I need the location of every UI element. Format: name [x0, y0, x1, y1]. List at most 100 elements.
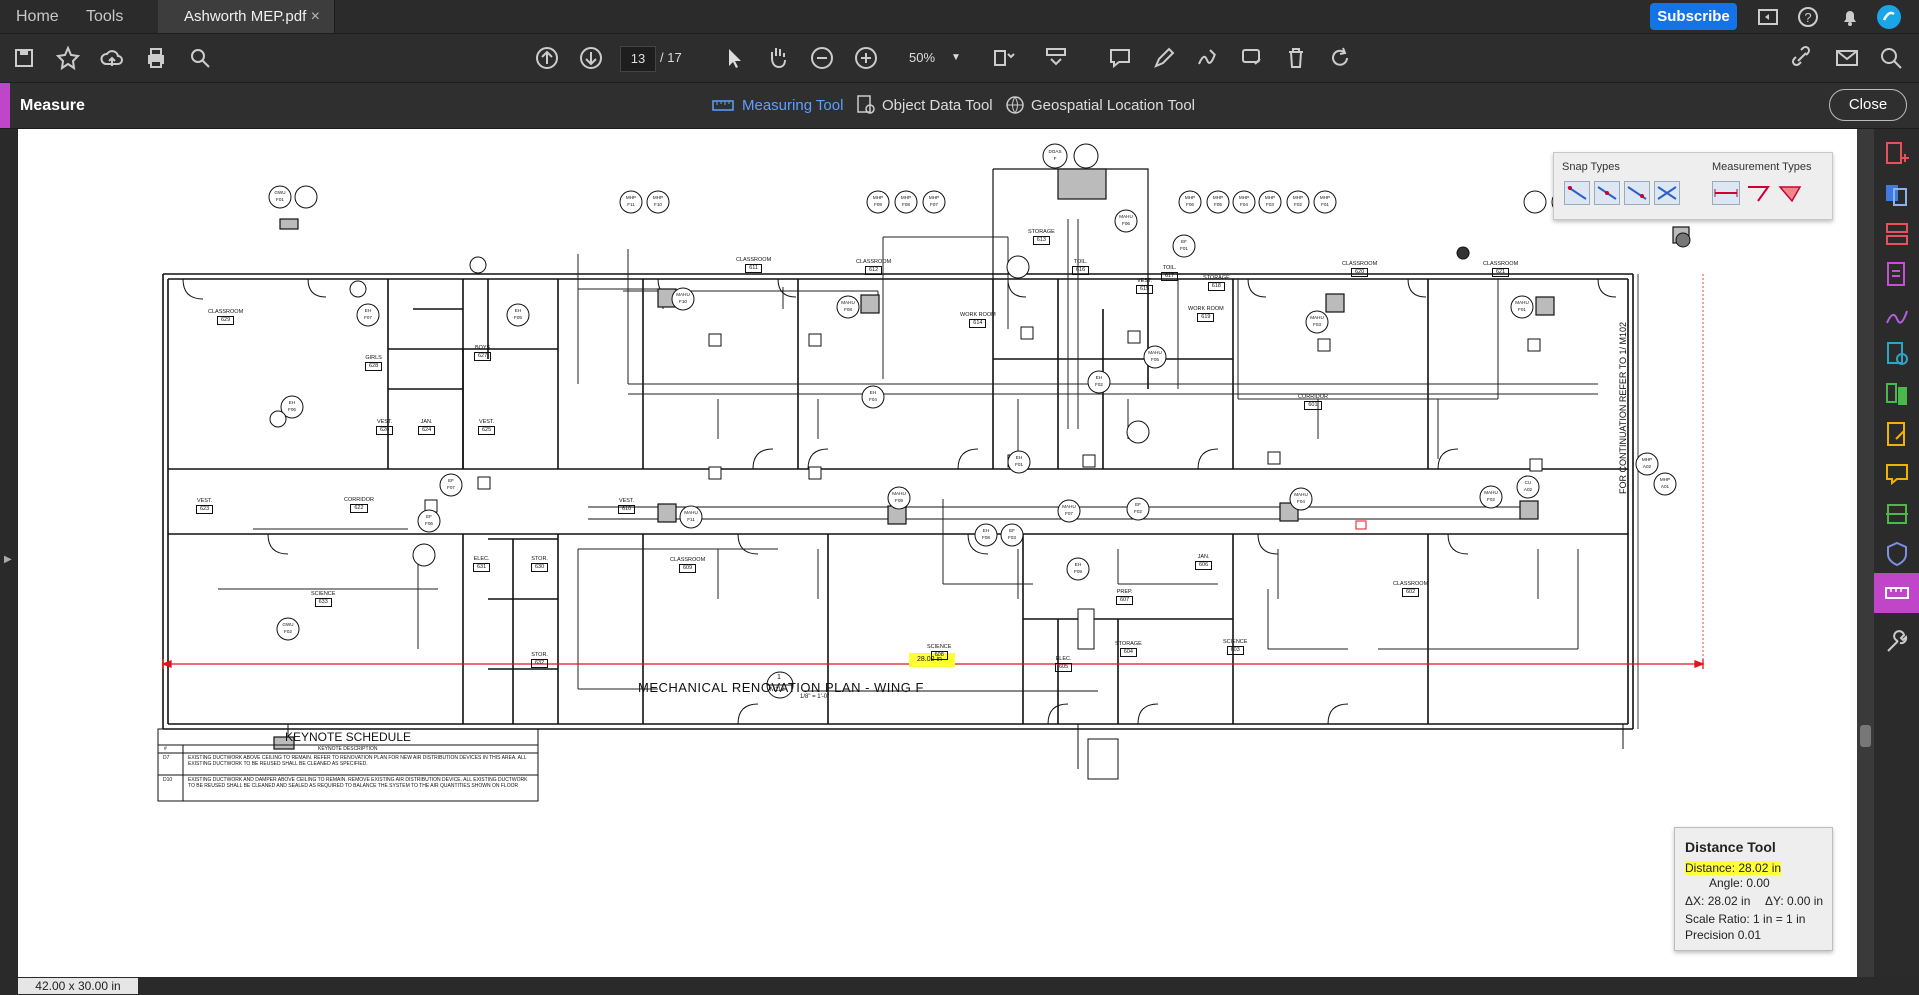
scan-ocr-icon[interactable]	[1884, 501, 1910, 527]
vertical-scrollbar[interactable]	[1857, 129, 1874, 977]
zoom-level-select[interactable]: 50% ▼	[895, 46, 965, 70]
mail-icon[interactable]	[1833, 44, 1861, 72]
geospatial-location-tool-button[interactable]: Geospatial Location Tool	[1031, 83, 1195, 128]
scroll-mode-icon[interactable]	[1042, 44, 1070, 72]
distance-type-icon[interactable]	[1712, 181, 1740, 205]
equipment-tag[interactable]: MAHU F05	[1144, 349, 1166, 363]
equipment-tag[interactable]: EH F07	[357, 307, 379, 321]
equipment-tag[interactable]: MHP F03	[1259, 194, 1281, 208]
measuring-tool-button[interactable]: Measuring Tool	[742, 83, 843, 128]
edit-pdf-icon[interactable]	[1884, 421, 1910, 447]
measurement-line[interactable]	[161, 274, 1705, 669]
equipment-tag[interactable]: EH F05	[507, 307, 529, 321]
snap-path-icon[interactable]	[1624, 181, 1650, 205]
equipment-tag[interactable]: EH F02	[1088, 374, 1110, 388]
measure-tool-active[interactable]	[1874, 573, 1919, 613]
page-up-icon[interactable]	[533, 44, 561, 72]
equipment-tag[interactable]: MHP A02	[1636, 456, 1658, 470]
equipment-tag[interactable]: MHP F01	[1314, 194, 1336, 208]
rotate-icon[interactable]	[1326, 44, 1354, 72]
equipment-tag[interactable]: MHP F04	[1233, 194, 1255, 208]
zoom-in-icon[interactable]	[852, 44, 880, 72]
bell-icon[interactable]	[1838, 5, 1862, 29]
export-pdf-icon[interactable]	[1884, 261, 1910, 287]
create-pdf-icon[interactable]	[1884, 141, 1910, 167]
link-icon[interactable]	[1789, 44, 1817, 72]
equipment-tag[interactable]: MHP F05	[1207, 194, 1229, 208]
share-screen-icon[interactable]	[1756, 5, 1780, 29]
equipment-tag[interactable]: MAHU F03	[1306, 314, 1328, 328]
help-icon[interactable]: ?	[1796, 5, 1820, 29]
area-type-icon[interactable]	[1776, 181, 1804, 205]
snap-endpoint-icon[interactable]	[1564, 181, 1590, 205]
account-icon[interactable]	[1876, 4, 1902, 30]
equipment-tag[interactable]: EH F04	[862, 389, 884, 403]
page-number-input[interactable]: 13	[620, 46, 656, 72]
equipment-tag[interactable]: EF F01	[1173, 238, 1195, 252]
equipment-tag[interactable]: CU A02	[1517, 479, 1539, 493]
snap-midpoint-icon[interactable]	[1594, 181, 1620, 205]
equipment-tag[interactable]: MHP F11	[620, 194, 642, 208]
object-data-tool-button[interactable]: Object Data Tool	[882, 83, 993, 128]
select-cursor-icon[interactable]	[720, 44, 748, 72]
equipment-tag[interactable]: MAHU F02	[1480, 489, 1502, 503]
equipment-tag[interactable]: MHP A01	[1654, 476, 1676, 490]
zoom-out-icon[interactable]	[808, 44, 836, 72]
equipment-tag[interactable]: MAHU F11	[680, 509, 702, 523]
equipment-tag[interactable]: MAHU F07	[1058, 503, 1080, 517]
equipment-tag[interactable]: EH F06	[281, 399, 303, 413]
subscribe-button[interactable]: Subscribe	[1650, 3, 1737, 30]
equipment-tag[interactable]: EH F01	[1008, 454, 1030, 468]
save-icon[interactable]	[10, 44, 38, 72]
equipment-tag[interactable]: EF F02	[1127, 501, 1149, 515]
combine-files-icon[interactable]	[1884, 181, 1910, 207]
scrollbar-thumb[interactable]	[1860, 725, 1871, 747]
search-icon[interactable]	[1877, 44, 1905, 72]
equipment-tag[interactable]: DOAS F	[1044, 148, 1066, 162]
equipment-tag[interactable]: EH F08	[975, 527, 997, 541]
find-icon[interactable]	[186, 44, 214, 72]
delete-icon[interactable]	[1282, 44, 1310, 72]
snap-intersection-icon[interactable]	[1654, 181, 1680, 205]
equipment-tag[interactable]: MHP F07	[923, 194, 945, 208]
shield-icon[interactable]	[1884, 541, 1910, 567]
equipment-tag[interactable]: MHP F02	[1287, 194, 1309, 208]
perimeter-type-icon[interactable]	[1744, 181, 1772, 205]
close-measure-button[interactable]: Close	[1829, 89, 1907, 121]
equipment-tag[interactable]: MAHU F04	[1290, 491, 1312, 505]
upload-cloud-icon[interactable]	[98, 44, 126, 72]
equipment-tag[interactable]: MHP F10	[647, 194, 669, 208]
highlight-pen-icon[interactable]	[1150, 44, 1178, 72]
tools-tab[interactable]: Tools	[72, 0, 137, 33]
page-layout-icon[interactable]	[990, 44, 1018, 72]
compare-files-icon[interactable]	[1884, 381, 1910, 407]
expand-left-icon[interactable]: ▶	[4, 554, 12, 565]
equipment-tag[interactable]: EF F07	[440, 477, 462, 491]
sign-icon[interactable]	[1194, 44, 1222, 72]
equipment-tag[interactable]: MAHU F09	[888, 490, 910, 504]
equipment-tag[interactable]: MHP F08	[895, 194, 917, 208]
hand-pan-icon[interactable]	[764, 44, 792, 72]
equipment-tag[interactable]: MAHU F01	[1511, 299, 1533, 313]
pdf-page[interactable]: MECHANICAL RENOVATION PLAN - WING F 1/8"…	[18, 129, 1857, 977]
print-icon[interactable]	[142, 44, 170, 72]
stamp-icon[interactable]	[1238, 44, 1266, 72]
equipment-tag[interactable]: GWU F02	[277, 621, 299, 635]
equipment-tag[interactable]: EH F09	[1067, 561, 1089, 575]
close-tab-icon[interactable]: ×	[311, 0, 320, 33]
fill-sign-icon[interactable]	[1884, 301, 1910, 327]
home-tab[interactable]: Home	[2, 0, 73, 33]
more-tools-icon[interactable]	[1884, 629, 1910, 655]
equipment-tag[interactable]: MHP F06	[1179, 194, 1201, 208]
equipment-tag[interactable]: MAHU F06	[1115, 213, 1137, 227]
page-down-icon[interactable]	[577, 44, 605, 72]
equipment-tag[interactable]: MAHU F10	[672, 291, 694, 305]
equipment-tag[interactable]: GWU F01	[269, 189, 291, 203]
equipment-tag[interactable]: MHP F09	[867, 194, 889, 208]
equipment-tag[interactable]: MAHU F08	[837, 299, 859, 313]
bookmark-star-icon[interactable]	[54, 44, 82, 72]
document-tab[interactable]: Ashworth MEP.pdf ×	[158, 0, 335, 33]
comment-icon[interactable]	[1106, 44, 1134, 72]
equipment-tag[interactable]: EF F03	[1001, 527, 1023, 541]
left-panel-toggle[interactable]: ▶	[0, 129, 18, 977]
